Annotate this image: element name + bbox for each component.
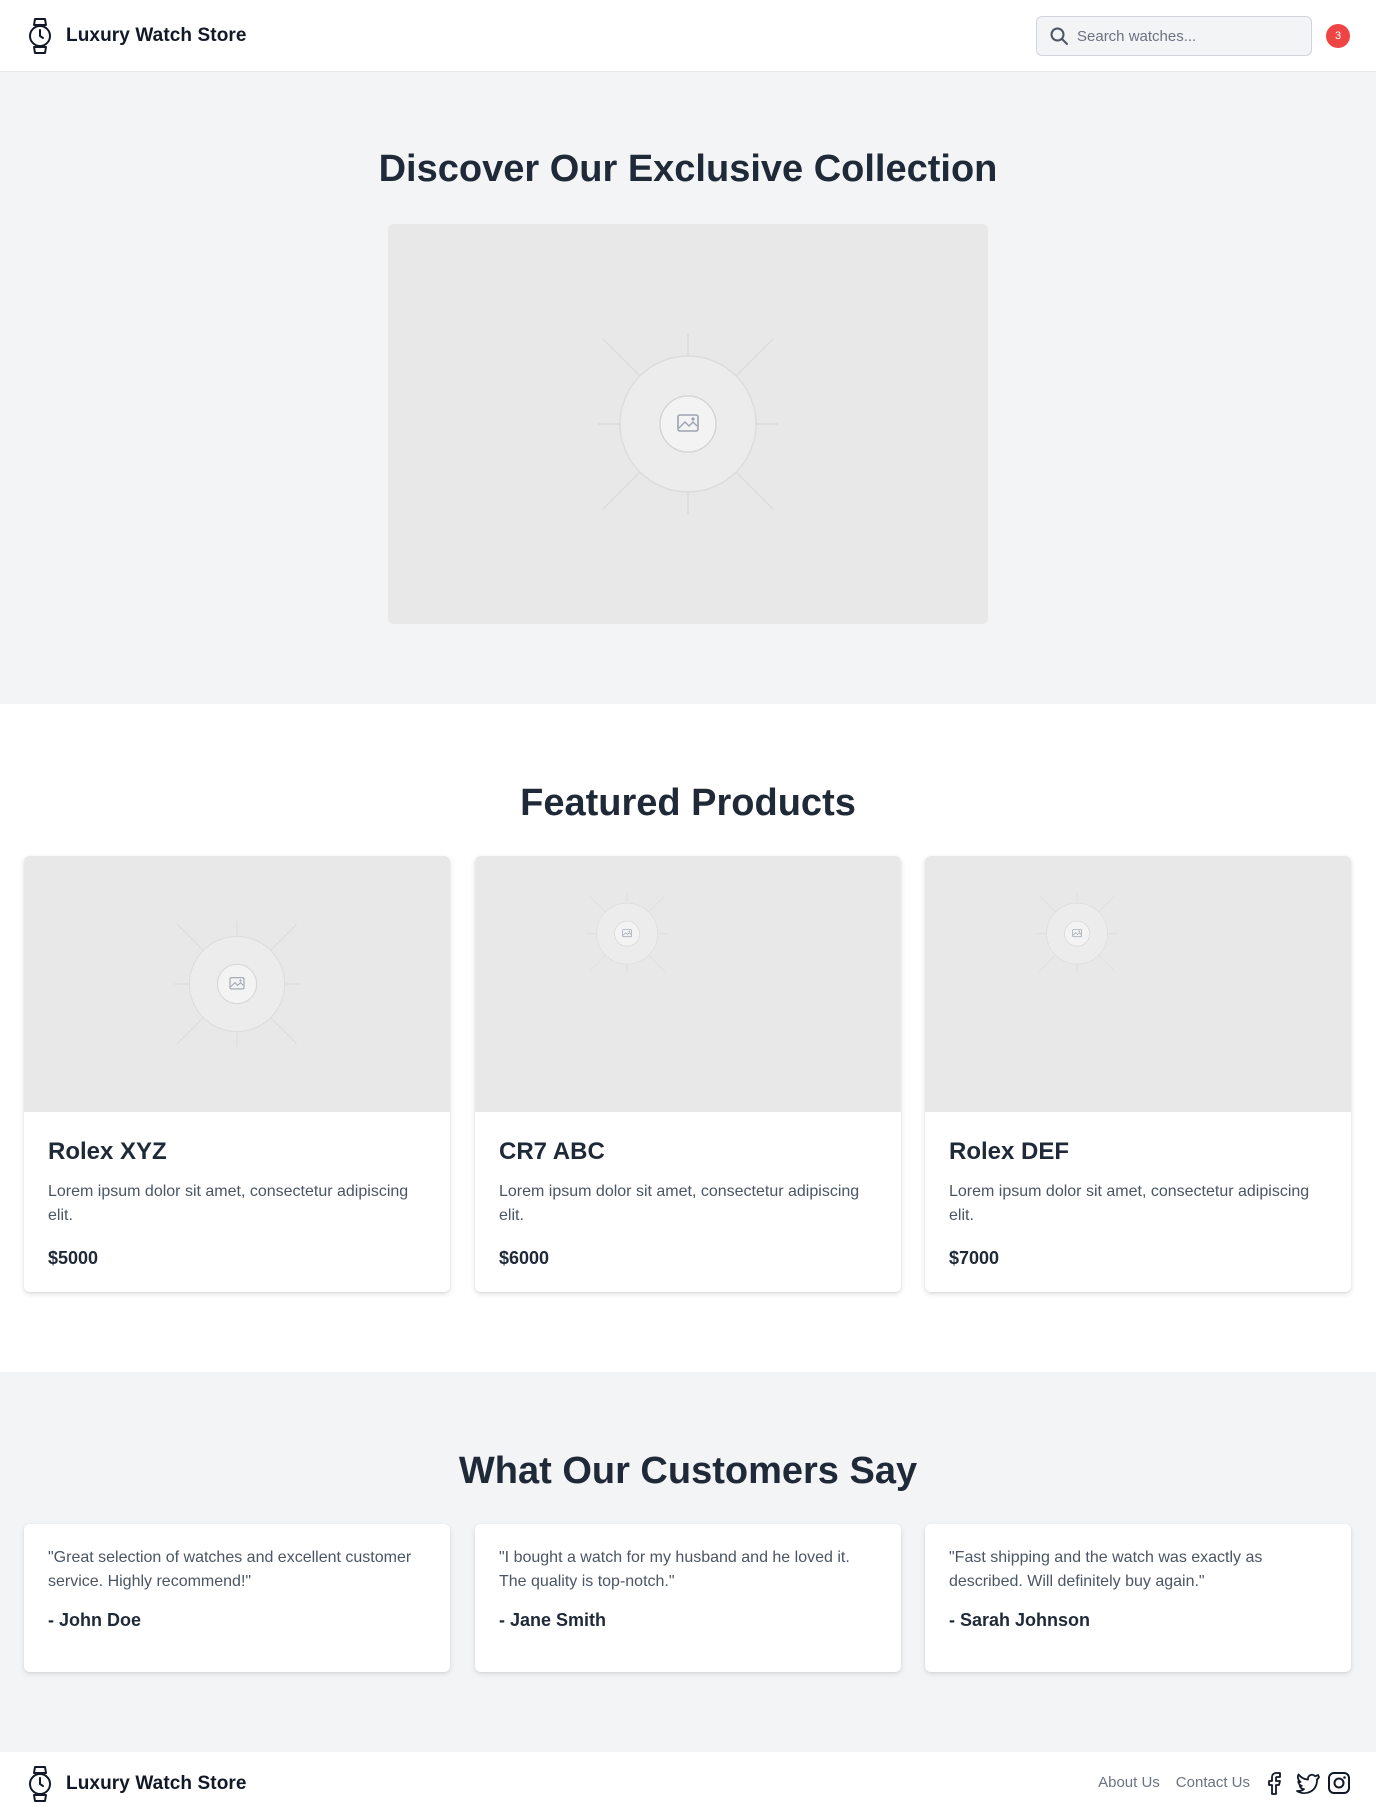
- image-placeholder-icon: [27, 856, 447, 1112]
- product-image: [24, 856, 450, 1112]
- watch-icon: [28, 1766, 52, 1802]
- product-name: CR7 ABC: [499, 1138, 605, 1165]
- site-header: Luxury Watch Store 3: [0, 0, 1376, 72]
- instagram-link[interactable]: [1326, 1770, 1352, 1796]
- cart-count-badge: 3: [1326, 24, 1350, 48]
- product-price: $6000: [499, 1248, 550, 1268]
- cart-button[interactable]: 3: [1326, 24, 1352, 50]
- product-price: $7000: [949, 1248, 1000, 1268]
- facebook-link[interactable]: [1262, 1770, 1288, 1796]
- about-us-link[interactable]: About Us: [1098, 1774, 1160, 1791]
- twitter-icon: [1296, 1773, 1320, 1795]
- brand-name: Luxury Watch Store: [66, 25, 247, 46]
- watch-icon: [28, 18, 52, 54]
- product-card[interactable]: CR7 ABC Lorem ipsum dolor sit amet, cons…: [475, 856, 901, 1292]
- footer-brand-name: Luxury Watch Store: [66, 1773, 247, 1794]
- featured-title: Featured Products: [520, 782, 856, 824]
- testimonial-card: "Great selection of watches and excellen…: [24, 1524, 450, 1672]
- twitter-link[interactable]: [1294, 1770, 1320, 1796]
- product-description: Lorem ipsum dolor sit amet, consectetur …: [48, 1183, 409, 1224]
- product-description: Lorem ipsum dolor sit amet, consectetur …: [499, 1183, 860, 1224]
- product-price: $5000: [48, 1248, 99, 1268]
- testimonial-quote: "I bought a watch for my husband and he …: [499, 1549, 850, 1590]
- product-description: Lorem ipsum dolor sit amet, consectetur …: [949, 1183, 1310, 1224]
- search-box[interactable]: [1036, 16, 1312, 56]
- image-placeholder-icon: [475, 856, 901, 1112]
- product-name: Rolex XYZ: [48, 1138, 167, 1165]
- site-footer: Luxury Watch Store About Us Contact Us: [0, 1752, 1376, 1816]
- image-placeholder-icon: [925, 856, 1351, 1112]
- product-card[interactable]: Rolex DEF Lorem ipsum dolor sit amet, co…: [925, 856, 1351, 1292]
- hero-title: Discover Our Exclusive Collection: [378, 148, 998, 190]
- search-input[interactable]: [1077, 27, 1297, 45]
- testimonial-quote: "Great selection of watches and excellen…: [48, 1549, 412, 1590]
- brand[interactable]: Luxury Watch Store: [28, 18, 247, 54]
- search-icon: [1050, 27, 1068, 45]
- facebook-icon: [1268, 1772, 1281, 1795]
- footer-nav: About Us Contact Us: [1098, 1774, 1250, 1791]
- testimonial-card: "I bought a watch for my husband and he …: [475, 1524, 901, 1672]
- hero-image: [388, 224, 988, 624]
- product-name: Rolex DEF: [949, 1138, 1070, 1165]
- product-image: [475, 856, 901, 1112]
- product-image: [925, 856, 1351, 1112]
- testimonials-title: What Our Customers Say: [458, 1450, 918, 1492]
- image-placeholder-icon: [388, 224, 988, 624]
- testimonial-author: - Jane Smith: [499, 1610, 607, 1630]
- testimonial-author: - Sarah Johnson: [949, 1610, 1091, 1630]
- instagram-icon: [1328, 1772, 1350, 1794]
- hero-section: Discover Our Exclusive Collection: [0, 72, 1376, 704]
- contact-us-link[interactable]: Contact Us: [1176, 1774, 1250, 1791]
- testimonials-section: What Our Customers Say "Great selection …: [0, 1372, 1376, 1752]
- testimonial-card: "Fast shipping and the watch was exactly…: [925, 1524, 1351, 1672]
- testimonial-author: - John Doe: [48, 1610, 141, 1630]
- testimonial-quote: "Fast shipping and the watch was exactly…: [949, 1549, 1263, 1590]
- footer-brand[interactable]: Luxury Watch Store: [28, 1766, 247, 1802]
- featured-section: Featured Products Rolex XYZ Lorem ipsum …: [0, 704, 1376, 1372]
- product-card[interactable]: Rolex XYZ Lorem ipsum dolor sit amet, co…: [24, 856, 450, 1292]
